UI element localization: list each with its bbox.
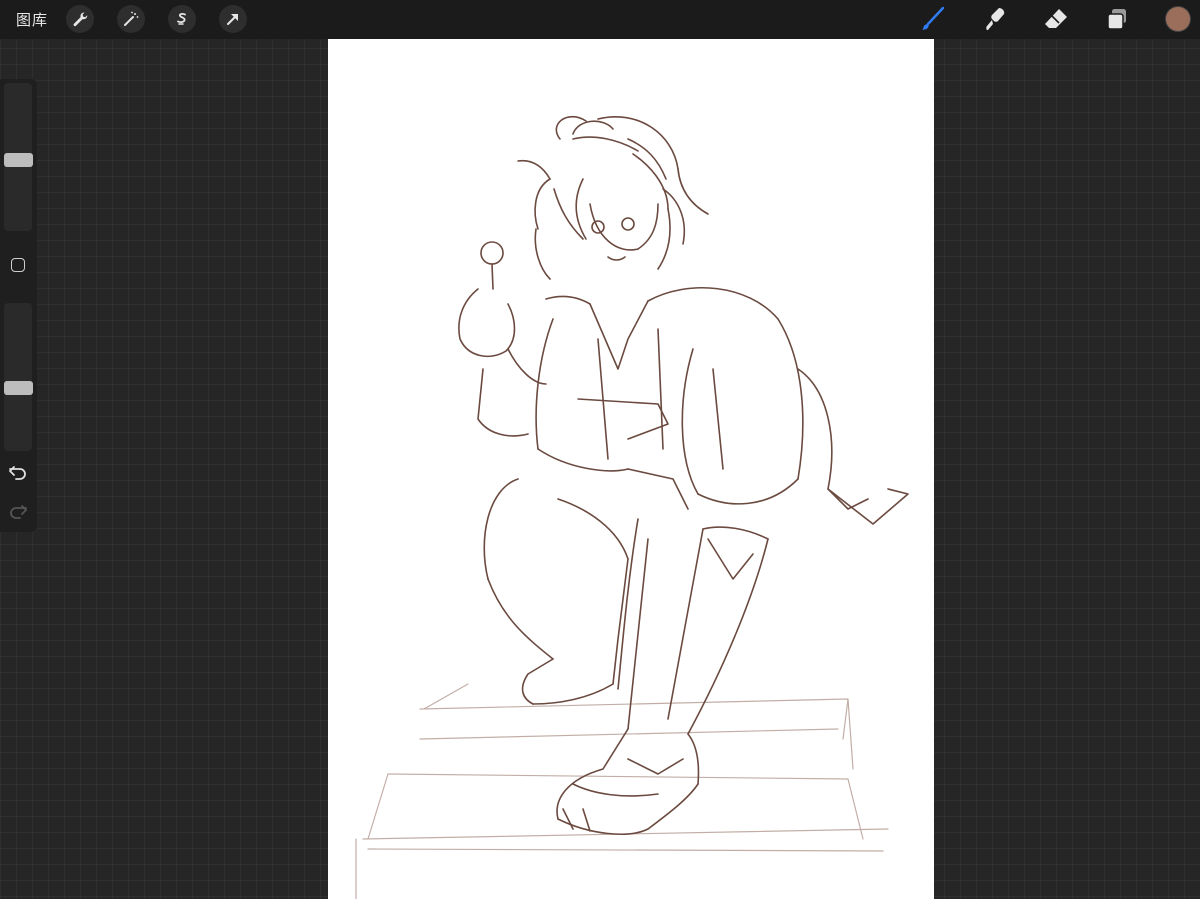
eraser-tool-button[interactable] [1041,4,1071,34]
brush-size-thumb[interactable] [4,152,33,167]
top-toolbar: 图库 [0,0,1200,39]
magic-wand-icon [124,11,139,26]
gallery-button[interactable]: 图库 [16,9,48,30]
brush-icon [922,6,945,30]
transform-arrow-icon [227,14,238,25]
transform-button[interactable] [219,5,247,33]
smudge-icon [986,8,1005,30]
body-sketch [477,286,909,525]
selection-icon [177,12,186,25]
wrench-icon [73,12,88,27]
smudge-tool-button[interactable] [980,4,1010,34]
eraser-icon [1045,9,1067,28]
legs-sketch [483,478,769,835]
lollipop-sketch [458,241,516,358]
opacity-thumb[interactable] [4,380,33,395]
character-sketch [355,115,909,899]
drawing-canvas[interactable] [328,39,934,899]
head-sketch [517,115,709,280]
actions-wrench-button[interactable] [66,5,94,33]
stairs-sketch [355,683,889,899]
layers-button[interactable] [1102,4,1132,34]
color-picker-button[interactable] [1166,7,1190,31]
undo-icon[interactable] [8,463,28,481]
brush-tool-button[interactable] [918,4,948,34]
left-sidebar [0,79,37,532]
opacity-slider[interactable] [4,303,32,451]
adjustments-button[interactable] [117,5,145,33]
selection-button[interactable] [168,5,196,33]
redo-icon[interactable] [8,502,28,520]
layers-icon [1107,9,1126,30]
modify-square-icon[interactable] [11,258,25,272]
